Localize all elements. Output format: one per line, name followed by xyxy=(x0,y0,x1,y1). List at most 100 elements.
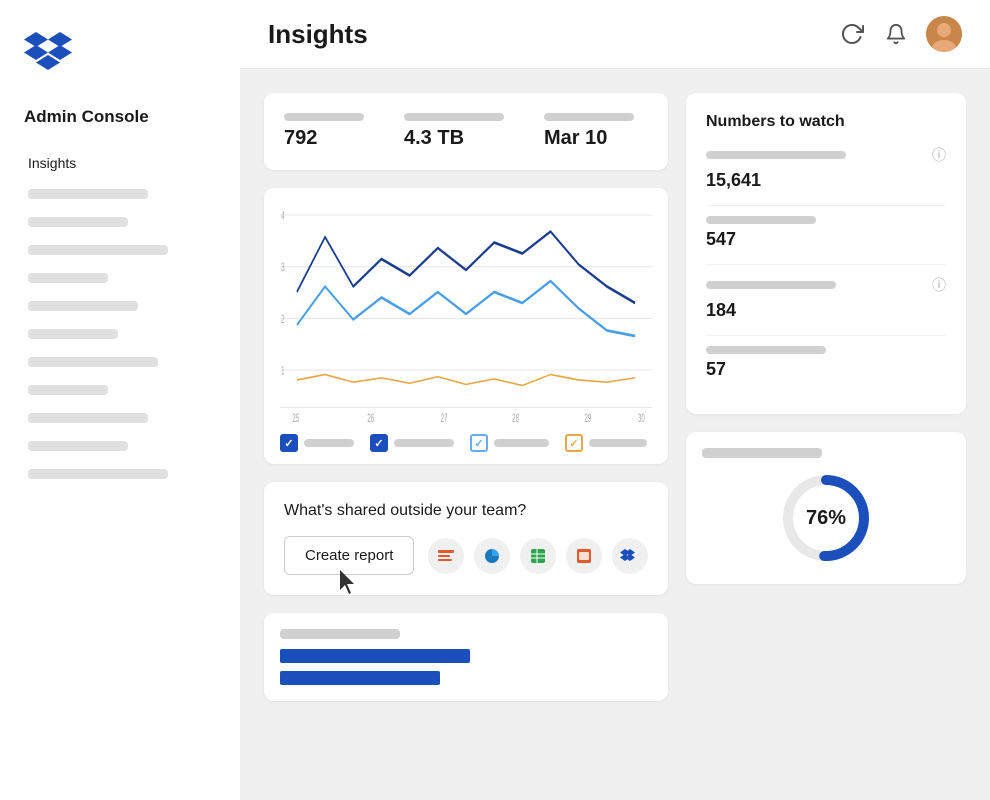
sidebar-placeholder-5[interactable] xyxy=(28,301,138,311)
number-label-bar-1 xyxy=(706,151,846,159)
bar-2 xyxy=(280,671,440,685)
page-title: Insights xyxy=(268,19,368,50)
svg-text:27: 27 xyxy=(441,412,448,424)
svg-text:1: 1 xyxy=(281,364,284,378)
donut-chart-container: 76% xyxy=(702,468,950,568)
sidebar-placeholder-3[interactable] xyxy=(28,245,168,255)
chart-legend: ✓ ✓ ✓ xyxy=(280,434,652,452)
stat-value-date: Mar 10 xyxy=(544,127,634,150)
refresh-icon[interactable] xyxy=(838,20,866,48)
dropbox-file-icon[interactable] xyxy=(612,538,648,574)
bottom-left-card xyxy=(264,613,668,701)
sharing-card: What's shared outside your team? Create … xyxy=(264,482,668,595)
avatar-svg xyxy=(926,16,962,52)
number-value-1: 15,641 xyxy=(706,170,946,191)
numbers-to-watch-card: Numbers to watch ⓘ 15,641 547 xyxy=(686,93,966,414)
text-icon-svg xyxy=(436,546,456,566)
bar-row-2 xyxy=(280,671,652,685)
stat-members: 792 xyxy=(284,113,364,150)
sidebar-nav: Insights xyxy=(0,147,240,487)
pie-chart-icon[interactable] xyxy=(474,538,510,574)
main-content: Insights xyxy=(240,0,990,800)
sidebar-placeholder-6[interactable] xyxy=(28,329,118,339)
sidebar-title: Admin Console xyxy=(0,95,240,147)
divider-3 xyxy=(706,335,946,336)
legend-item-1: ✓ xyxy=(280,434,354,452)
stats-card: 792 4.3 TB Mar 10 xyxy=(264,93,668,170)
legend-item-2: ✓ xyxy=(370,434,454,452)
bar-row-1 xyxy=(280,649,652,663)
logo xyxy=(0,20,240,95)
legend-item-3: ✓ xyxy=(470,434,549,452)
stat-storage: 4.3 TB xyxy=(404,113,504,150)
divider-1 xyxy=(706,205,946,206)
sidebar-item-insights[interactable]: Insights xyxy=(16,147,224,179)
file-type-icons xyxy=(428,538,648,574)
dropbox-logo-icon xyxy=(24,30,72,70)
create-report-wrapper: Create report xyxy=(284,536,414,575)
sidebar-placeholder-8[interactable] xyxy=(28,385,108,395)
svg-text:2: 2 xyxy=(281,313,284,327)
pie-icon-svg xyxy=(482,546,502,566)
svg-text:4: 4 xyxy=(281,209,285,223)
svg-text:28: 28 xyxy=(512,412,519,424)
sidebar: Admin Console Insights xyxy=(0,0,240,800)
sidebar-placeholder-2[interactable] xyxy=(28,217,128,227)
sharing-title: What's shared outside your team? xyxy=(284,502,648,520)
sidebar-placeholder-1[interactable] xyxy=(28,189,148,199)
sidebar-placeholder-7[interactable] xyxy=(28,357,158,367)
legend-label-4 xyxy=(589,439,647,447)
stat-date: Mar 10 xyxy=(544,113,634,150)
number-label-bar-3 xyxy=(706,281,836,289)
svg-text:25: 25 xyxy=(292,412,299,424)
bell-icon[interactable] xyxy=(882,20,910,48)
line-chart: 4 3 2 1 25 26 27 28 xyxy=(280,204,652,424)
sharing-content: Create report xyxy=(284,536,648,575)
sidebar-placeholder-10[interactable] xyxy=(28,441,128,451)
divider-2 xyxy=(706,264,946,265)
legend-label-1 xyxy=(304,439,354,447)
svg-text:30: 30 xyxy=(638,412,645,424)
donut-value: 76% xyxy=(806,507,846,530)
avatar[interactable] xyxy=(926,16,962,52)
legend-check-2: ✓ xyxy=(370,434,388,452)
sheets-icon-svg xyxy=(528,546,548,566)
right-column: Numbers to watch ⓘ 15,641 547 xyxy=(686,93,966,701)
stat-bar-3 xyxy=(544,113,634,121)
sidebar-placeholder-9[interactable] xyxy=(28,413,148,423)
svg-text:3: 3 xyxy=(281,261,284,275)
number-label-bar-4 xyxy=(706,346,826,354)
bar-1 xyxy=(280,649,470,663)
legend-check-4: ✓ xyxy=(565,434,583,452)
number-row-4: 57 xyxy=(706,346,946,380)
sidebar-placeholder-11[interactable] xyxy=(28,469,168,479)
header: Insights xyxy=(240,0,990,69)
legend-check-1: ✓ xyxy=(280,434,298,452)
number-value-2: 547 xyxy=(706,229,946,250)
legend-label-2 xyxy=(394,439,454,447)
bottom-bar-label-1 xyxy=(280,629,400,639)
text-file-icon[interactable] xyxy=(428,538,464,574)
info-icon-3[interactable]: ⓘ xyxy=(932,275,946,295)
number-row-3: ⓘ 184 xyxy=(706,275,946,321)
dropbox-file-icon-svg xyxy=(620,546,640,566)
avatar-image xyxy=(926,16,962,52)
create-report-button[interactable]: Create report xyxy=(284,536,414,575)
sidebar-placeholder-4[interactable] xyxy=(28,273,108,283)
bottom-bar-chart xyxy=(280,649,652,685)
info-icon-1[interactable]: ⓘ xyxy=(932,145,946,165)
numbers-to-watch-title: Numbers to watch xyxy=(706,113,946,131)
legend-item-4: ✓ xyxy=(565,434,647,452)
legend-label-3 xyxy=(494,439,549,447)
number-row-2: 547 xyxy=(706,216,946,250)
stat-bar-2 xyxy=(404,113,504,121)
ppt-icon-svg xyxy=(574,546,594,566)
chart-container: 4 3 2 1 25 26 27 28 xyxy=(280,204,652,424)
donut-label xyxy=(702,448,822,458)
sheets-icon[interactable] xyxy=(520,538,556,574)
ppt-icon[interactable] xyxy=(566,538,602,574)
stat-bar-1 xyxy=(284,113,364,121)
left-column: 792 4.3 TB Mar 10 xyxy=(264,93,668,701)
number-value-3: 184 xyxy=(706,300,946,321)
number-row-1: ⓘ 15,641 xyxy=(706,145,946,191)
